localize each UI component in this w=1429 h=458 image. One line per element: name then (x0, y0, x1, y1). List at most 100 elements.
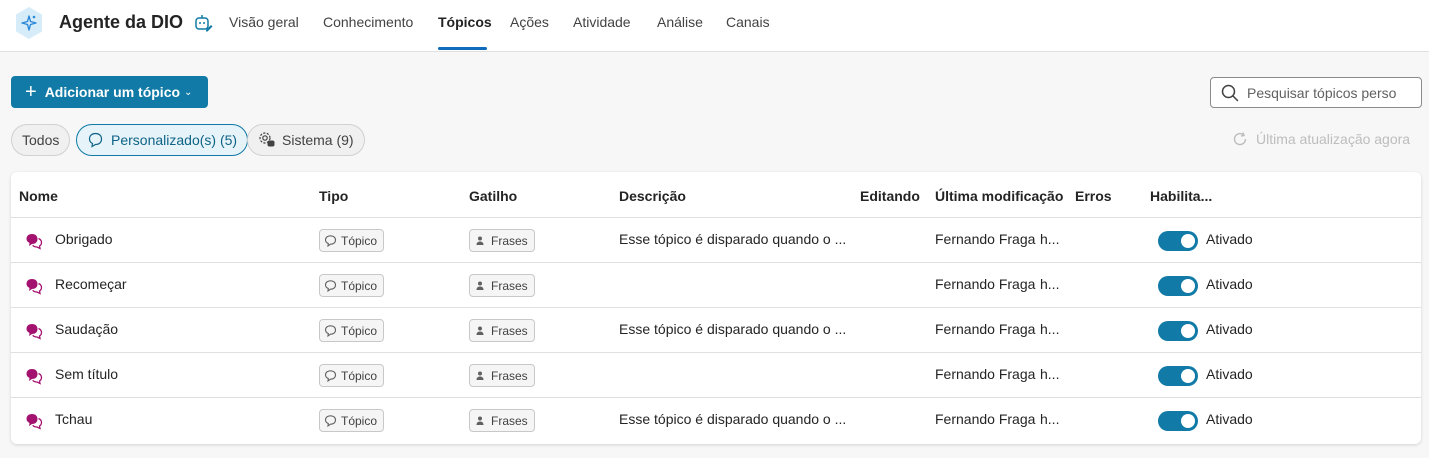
status-label: Ativado (1206, 276, 1253, 292)
type-label: Tópico (341, 278, 378, 293)
plus-icon: + (25, 81, 37, 103)
trigger-label: Frases (491, 323, 528, 338)
enabled-toggle[interactable] (1158, 366, 1198, 386)
trigger-label: Frases (491, 413, 528, 428)
type-badge: Tópico (319, 364, 385, 387)
refresh-button[interactable]: Última atualização agora (1232, 131, 1410, 147)
enabled-toggle[interactable] (1158, 276, 1198, 296)
search-box[interactable] (1210, 77, 1422, 108)
type-badge: Tópico (319, 229, 385, 252)
top-bar: Agente da DIO Visão geral Conhecimento T… (0, 0, 1429, 52)
add-topic-label: Adicionar um tópico (44, 84, 181, 100)
modified-by: Fernando Fraga (935, 321, 1036, 337)
topic-name[interactable]: Recomeçar (55, 276, 127, 292)
tab-conhecimento[interactable]: Conhecimento (323, 14, 413, 30)
copilot-agent-icon[interactable] (11, 5, 47, 41)
topic-description: Esse tópico é disparado quando o ... (619, 411, 847, 427)
trigger-label: Frases (491, 233, 528, 248)
topic-chat-icon (26, 414, 43, 430)
topic-chat-icon (26, 234, 43, 250)
people-icon (476, 371, 484, 380)
trigger-badge: Frases (469, 319, 535, 342)
column-header-tipo[interactable]: Tipo (319, 188, 348, 204)
type-label: Tópico (341, 413, 378, 428)
topic-name[interactable]: Saudação (55, 321, 118, 337)
modified-by: Fernando Fraga (935, 411, 1036, 427)
topics-table: Nome Tipo Gatilho Descrição Editando Últ… (11, 172, 1421, 444)
trigger-badge: Frases (469, 229, 535, 252)
table-row[interactable]: Sem título Tópico Frases Fernando Fraga … (11, 353, 1421, 398)
modified-time: h... (1040, 321, 1060, 337)
column-header-gatilho[interactable]: Gatilho (469, 188, 517, 204)
status-label: Ativado (1206, 411, 1253, 427)
chat-bubble-icon (324, 234, 337, 247)
column-header-editando[interactable]: Editando (860, 188, 920, 204)
active-tab-indicator (438, 47, 487, 50)
toggle-knob (1181, 369, 1195, 383)
topic-description: Esse tópico é disparado quando o ... (619, 321, 847, 337)
enabled-toggle[interactable] (1158, 231, 1198, 251)
enabled-toggle[interactable] (1158, 411, 1198, 431)
enabled-toggle[interactable] (1158, 321, 1198, 341)
column-header-descricao[interactable]: Descrição (619, 188, 686, 204)
people-icon (476, 236, 484, 245)
modified-by: Fernando Fraga (935, 276, 1036, 292)
chat-bubble-icon (324, 369, 337, 382)
agent-name: Agente da DIO (59, 12, 184, 32)
add-topic-button[interactable]: + Adicionar um tópico ⌄ (11, 76, 208, 108)
type-label: Tópico (341, 233, 378, 248)
toggle-knob (1181, 414, 1195, 428)
chat-bubbles-icon (88, 132, 103, 148)
chat-bubble-icon (324, 324, 337, 337)
tab-visao-geral[interactable]: Visão geral (229, 14, 299, 30)
column-header-habilitado[interactable]: Habilita... (1150, 188, 1212, 204)
tab-acoes[interactable]: Ações (510, 14, 549, 30)
table-row[interactable]: Saudação Tópico Frases Esse tópico é dis… (11, 308, 1421, 353)
filter-all-chip[interactable]: Todos (11, 124, 71, 156)
topic-chat-icon (26, 324, 43, 340)
tab-topicos[interactable]: Tópicos (438, 14, 492, 30)
table-row[interactable]: Tchau Tópico Frases Esse tópico é dispar… (11, 398, 1421, 443)
filter-custom-chip[interactable]: Personalizado(s) (5) (76, 124, 249, 156)
gear-chat-icon (259, 132, 275, 147)
search-input[interactable] (1247, 84, 1407, 101)
trigger-badge: Frases (469, 409, 535, 432)
table-row[interactable]: Recomeçar Tópico Frases Fernando Fraga h… (11, 263, 1421, 308)
modified-time: h... (1040, 231, 1060, 247)
topic-name[interactable]: Tchau (55, 411, 92, 427)
table-row[interactable]: Obrigado Tópico Frases Esse tópico é dis… (11, 218, 1421, 263)
topic-chat-icon (26, 279, 43, 295)
refresh-label: Última atualização agora (1256, 131, 1411, 147)
column-header-nome[interactable]: Nome (19, 188, 58, 204)
agent-settings-icon[interactable] (193, 13, 213, 33)
tab-canais[interactable]: Canais (726, 14, 770, 30)
people-icon (476, 281, 484, 290)
column-header-ultima-modificacao[interactable]: Última modificação (935, 188, 1063, 204)
modified-time: h... (1040, 366, 1060, 382)
refresh-icon (1233, 132, 1247, 146)
filter-system-label: Sistema (9) (282, 132, 354, 148)
trigger-label: Frases (491, 278, 528, 293)
toggle-knob (1181, 234, 1195, 248)
topic-description: Esse tópico é disparado quando o ... (619, 231, 847, 247)
filter-all-label: Todos (22, 132, 60, 148)
chevron-down-icon: ⌄ (184, 86, 193, 98)
search-icon (1221, 84, 1239, 101)
toggle-knob (1181, 279, 1195, 293)
column-header-erros[interactable]: Erros (1075, 188, 1112, 204)
modified-time: h... (1040, 276, 1060, 292)
modified-by: Fernando Fraga (935, 231, 1036, 247)
toggle-knob (1181, 324, 1195, 338)
topic-name[interactable]: Sem título (55, 366, 118, 382)
tab-analise[interactable]: Análise (657, 14, 703, 30)
chat-bubble-icon (324, 414, 337, 427)
trigger-badge: Frases (469, 274, 535, 297)
topic-name[interactable]: Obrigado (55, 231, 113, 247)
filter-system-chip[interactable]: Sistema (9) (247, 124, 365, 156)
type-badge: Tópico (319, 274, 385, 297)
status-label: Ativado (1206, 366, 1253, 382)
modified-time: h... (1040, 411, 1060, 427)
tab-atividade[interactable]: Atividade (573, 14, 631, 30)
type-badge: Tópico (319, 319, 385, 342)
trigger-label: Frases (491, 368, 528, 383)
